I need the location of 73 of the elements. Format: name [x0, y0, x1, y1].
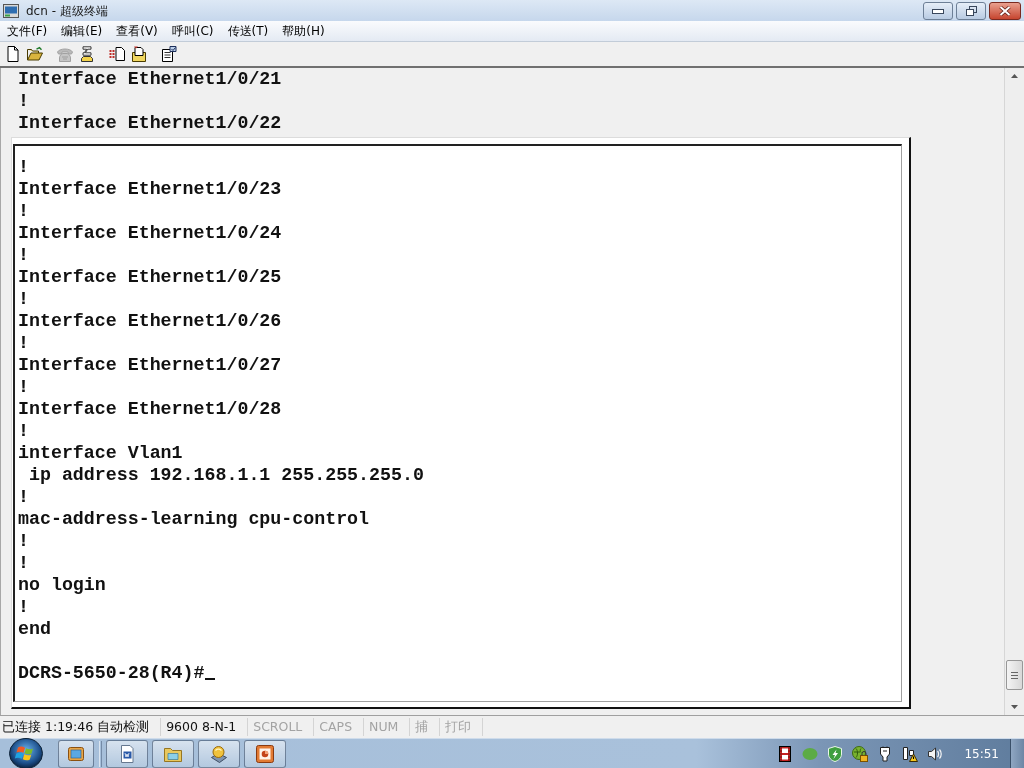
scrollbar-thumb[interactable] — [1006, 660, 1023, 690]
minimize-icon — [932, 8, 944, 14]
terminal-line: ! — [18, 244, 30, 266]
taskbar-button[interactable] — [198, 739, 240, 768]
terminal-line: ! — [18, 530, 30, 552]
speaker-icon[interactable] — [927, 745, 944, 762]
terminal-line: Interface Ethernet1/0/24 — [18, 222, 283, 244]
menu-item[interactable]: 呼叫(C) — [165, 21, 220, 41]
menu-item[interactable]: 传送(T) — [221, 21, 275, 41]
terminal-line: mac-address-learning cpu-control — [18, 508, 371, 530]
taskbar-button[interactable] — [244, 739, 286, 768]
restore-icon — [965, 6, 977, 16]
terminal-line: no login — [18, 574, 107, 596]
terminal-line: ! — [18, 486, 30, 508]
menu-item[interactable]: 查看(V) — [110, 21, 164, 41]
network-warning-icon[interactable] — [902, 745, 919, 762]
clock-text[interactable]: 15:51 — [964, 744, 999, 763]
window-title: dcn - 超级终端 — [26, 2, 108, 20]
terminal-line: ! — [18, 288, 30, 310]
terminal-line: Interface Ethernet1/0/26 — [18, 310, 283, 332]
terminal-line: end — [18, 618, 52, 640]
terminal-line: ! — [18, 200, 30, 222]
terminal-line: interface Vlan1 — [18, 442, 184, 464]
device-icon — [209, 743, 229, 764]
close-icon — [999, 6, 1011, 16]
terminal-line: ! — [18, 596, 30, 618]
document-list-icon[interactable] — [161, 46, 177, 62]
terminal-line: ! — [18, 332, 30, 354]
terminal-line: Interface Ethernet1/0/28 — [18, 398, 283, 420]
status-text: 已连接 1:19:46 自动检测 — [2, 717, 150, 736]
film-icon[interactable] — [777, 745, 794, 762]
terminal-line: Interface Ethernet1/0/27 — [18, 354, 283, 376]
menu-item[interactable]: 文件(F) — [1, 21, 54, 41]
menu-item[interactable]: 编辑(E) — [55, 21, 109, 41]
dotted-page-icon[interactable] — [109, 46, 125, 62]
status-text: 捕 — [415, 717, 429, 736]
terminal-line: ! — [18, 90, 30, 112]
terminal-line: ! — [18, 552, 30, 574]
folder-page-icon[interactable] — [131, 46, 147, 62]
show-desktop-button[interactable] — [1010, 739, 1024, 768]
menu-item[interactable]: 帮助(H) — [276, 21, 331, 41]
start-orb-icon[interactable] — [9, 738, 43, 768]
grip-icon — [1011, 671, 1018, 679]
terminal-line: ! — [18, 420, 30, 442]
handset-icon[interactable] — [79, 46, 95, 62]
up-arrow-icon — [1011, 74, 1018, 78]
terminal-line: ! — [18, 156, 30, 178]
terminal-prompt: DCRS-5650-28(R4)# — [18, 662, 205, 684]
terminal-line: Interface Ethernet1/0/21 — [18, 68, 283, 90]
status-dot-icon[interactable] — [802, 745, 819, 762]
terminal-line: ! — [18, 376, 30, 398]
blank-page-icon[interactable] — [5, 46, 21, 62]
terminal-line: ip address 192.168.1.1 255.255.255.0 — [27, 464, 425, 486]
status-text: SCROLL — [253, 717, 303, 736]
taskbar-button[interactable] — [106, 739, 148, 768]
taskbar-button[interactable] — [58, 739, 94, 768]
globe-lock-icon[interactable] — [852, 745, 869, 762]
status-text: CAPS — [319, 717, 353, 736]
terminal-line: Interface Ethernet1/0/25 — [18, 266, 283, 288]
status-text: 打印 — [445, 717, 472, 736]
shield-icon[interactable] — [827, 745, 844, 762]
terminal-line: Interface Ethernet1/0/23 — [18, 178, 283, 200]
down-arrow-icon — [1011, 705, 1018, 709]
close-button[interactable] — [989, 2, 1021, 20]
open-folder-icon[interactable] — [27, 46, 43, 62]
slide-icon — [255, 743, 275, 764]
restore-button[interactable] — [956, 2, 986, 20]
app-icon — [3, 3, 19, 18]
status-text: NUM — [369, 717, 399, 736]
terminal-line: Interface Ethernet1/0/22 — [18, 112, 283, 134]
taskbar-button[interactable] — [152, 739, 194, 768]
status-text: 9600 8-N-1 — [166, 717, 237, 736]
minimize-button[interactable] — [923, 2, 953, 20]
